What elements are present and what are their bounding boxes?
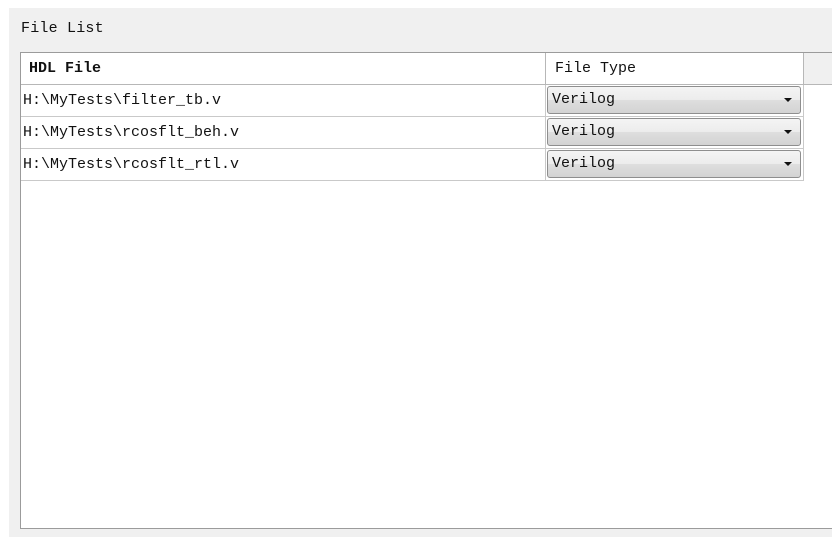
panel-title: File List xyxy=(21,20,104,37)
table-row[interactable]: H:\MyTests\filter_tb.v Verilog xyxy=(21,85,804,117)
file-type-cell[interactable]: Verilog xyxy=(546,117,804,149)
file-type-dropdown[interactable]: Verilog xyxy=(547,86,801,114)
file-type-cell[interactable]: Verilog xyxy=(546,149,804,181)
file-type-dropdown[interactable]: Verilog xyxy=(547,150,801,178)
hdl-file-cell[interactable]: H:\MyTests\filter_tb.v xyxy=(21,85,546,117)
file-list-table[interactable]: HDL File File Type H:\MyTests\filter_tb.… xyxy=(20,52,832,529)
file-type-value: Verilog xyxy=(552,91,616,108)
chevron-down-icon[interactable] xyxy=(784,130,792,134)
table-row[interactable]: H:\MyTests\rcosflt_beh.v Verilog xyxy=(21,117,804,149)
column-header-filler xyxy=(804,53,832,85)
file-type-value: Verilog xyxy=(552,155,616,172)
column-header-file-type[interactable]: File Type xyxy=(546,53,804,85)
column-header-hdl-file[interactable]: HDL File xyxy=(21,53,546,85)
chevron-down-icon[interactable] xyxy=(784,98,792,102)
hdl-file-cell[interactable]: H:\MyTests\rcosflt_beh.v xyxy=(21,117,546,149)
hdl-file-cell[interactable]: H:\MyTests\rcosflt_rtl.v xyxy=(21,149,546,181)
table-row[interactable]: H:\MyTests\rcosflt_rtl.v Verilog xyxy=(21,149,804,181)
file-type-value: Verilog xyxy=(552,123,616,140)
file-type-dropdown[interactable]: Verilog xyxy=(547,118,801,146)
chevron-down-icon[interactable] xyxy=(784,162,792,166)
file-type-cell[interactable]: Verilog xyxy=(546,85,804,117)
